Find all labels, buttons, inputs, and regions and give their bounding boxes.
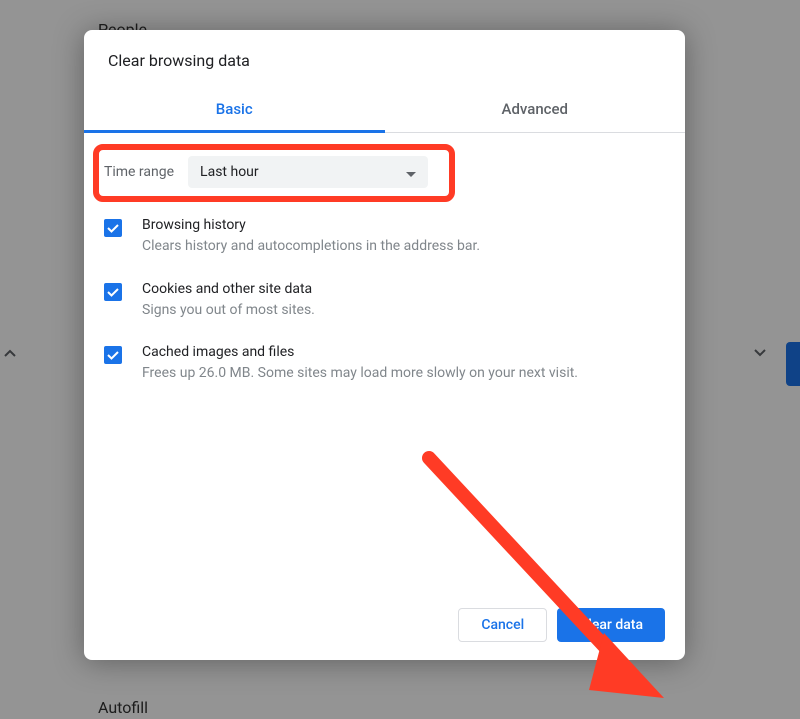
checkbox-cookies[interactable]: [104, 283, 122, 301]
tab-bar: Basic Advanced: [84, 87, 685, 133]
checkbox-row-browsing-history: Browsing history Clears history and auto…: [84, 205, 685, 269]
checkbox-browsing-history[interactable]: [104, 219, 122, 237]
cancel-button[interactable]: Cancel: [458, 608, 547, 642]
checkbox-title: Browsing history: [142, 217, 661, 233]
checkbox-text: Cookies and other site data Signs you ou…: [142, 281, 661, 321]
time-range-row: Time range Last hour: [84, 133, 685, 205]
check-icon: [106, 285, 120, 299]
checkbox-title: Cached images and files: [142, 344, 661, 360]
dropdown-arrow-icon: [406, 163, 416, 182]
dialog-content: Time range Last hour Browsing history Cl…: [84, 133, 685, 590]
checkbox-cached[interactable]: [104, 346, 122, 364]
checkbox-text: Browsing history Clears history and auto…: [142, 217, 661, 257]
check-icon: [106, 348, 120, 362]
clear-browsing-data-dialog: Clear browsing data Basic Advanced Time …: [84, 30, 685, 660]
checkbox-description: Frees up 26.0 MB. Some sites may load mo…: [142, 364, 661, 384]
time-range-select[interactable]: Last hour: [188, 156, 428, 188]
dialog-title: Clear browsing data: [84, 30, 685, 87]
checkbox-title: Cookies and other site data: [142, 281, 661, 297]
checkbox-description: Signs you out of most sites.: [142, 301, 661, 321]
time-range-label: Time range: [104, 164, 174, 180]
clear-data-button[interactable]: Clear data: [557, 608, 665, 642]
checkbox-row-cookies: Cookies and other site data Signs you ou…: [84, 269, 685, 333]
dialog-buttons: Cancel Clear data: [84, 590, 685, 660]
check-icon: [106, 221, 120, 235]
checkbox-text: Cached images and files Frees up 26.0 MB…: [142, 344, 661, 384]
checkbox-row-cached: Cached images and files Frees up 26.0 MB…: [84, 332, 685, 396]
tab-basic[interactable]: Basic: [84, 87, 385, 132]
time-range-value: Last hour: [200, 164, 406, 180]
tab-advanced[interactable]: Advanced: [385, 87, 686, 132]
checkbox-description: Clears history and autocompletions in th…: [142, 237, 661, 257]
